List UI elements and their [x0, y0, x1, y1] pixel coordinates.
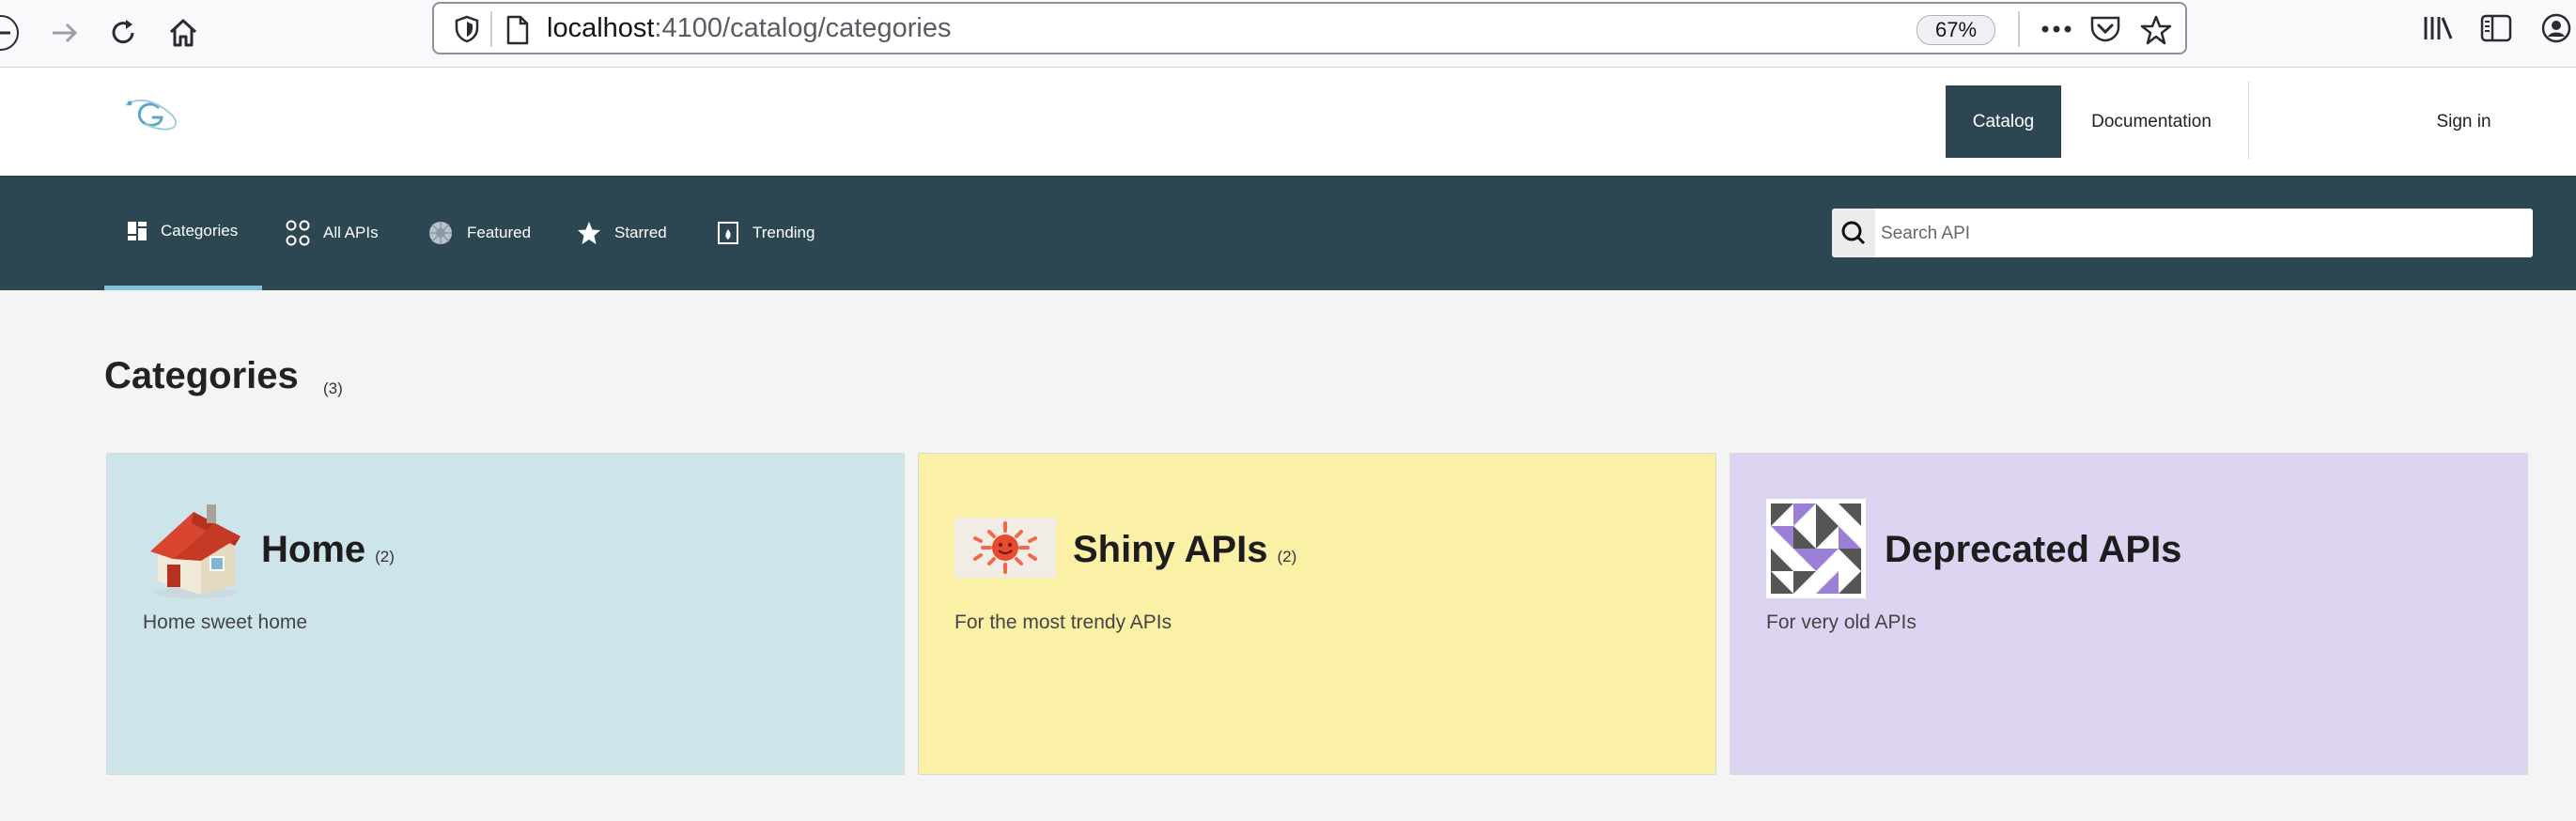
- home-button[interactable]: [158, 8, 209, 58]
- tab-categories-label: Categories: [161, 221, 239, 240]
- back-arrow-icon: [0, 15, 19, 51]
- documentation-nav-button[interactable]: Documentation: [2061, 85, 2242, 158]
- card-title-text: Shiny APIs: [1073, 529, 1268, 570]
- sidebar-toggle-icon[interactable]: [2480, 13, 2512, 43]
- reload-icon: [112, 20, 134, 44]
- url-path: :4100/catalog/categories: [654, 13, 952, 43]
- all-apis-icon: [286, 220, 310, 246]
- featured-icon: [429, 222, 452, 244]
- trending-icon: [718, 222, 738, 244]
- card-description: For the most trendy APIs: [954, 612, 1172, 633]
- tab-all-apis-label: All APIs: [323, 224, 379, 241]
- card-description: For very old APIs: [1766, 612, 1916, 633]
- card-title-text: Deprecated APIs: [1885, 529, 2182, 570]
- url-separator: [490, 11, 492, 47]
- bookmark-star-icon[interactable]: [2140, 15, 2172, 45]
- card-title-home[interactable]: Home (2): [261, 529, 395, 571]
- catalog-nav-label: Catalog: [1972, 111, 2035, 132]
- category-count: (3): [323, 380, 343, 397]
- tab-featured[interactable]: Featured: [427, 176, 531, 290]
- tab-trending-label: Trending: [753, 224, 815, 241]
- tab-featured-label: Featured: [467, 224, 532, 241]
- page-info-icon[interactable]: [505, 15, 530, 45]
- page-title: Categories: [104, 355, 299, 396]
- categories-icon: [128, 221, 147, 240]
- search-input[interactable]: [1879, 209, 2531, 259]
- search-box: [1832, 209, 2533, 259]
- more-actions-icon[interactable]: [2041, 15, 2072, 43]
- header-divider: [2248, 81, 2249, 160]
- catalog-nav-button[interactable]: Catalog: [1946, 85, 2061, 158]
- catalog-subnav: Categories All APIs Featured Starred Tre…: [0, 176, 2576, 290]
- url-host: localhost: [547, 13, 655, 43]
- home-icon: [169, 19, 197, 47]
- search-icon: [1841, 221, 1866, 245]
- sign-in-label: Sign in: [2436, 111, 2491, 132]
- forward-button[interactable]: [39, 8, 90, 58]
- url-actions-separator: [2018, 11, 2020, 47]
- browser-toolbar: localhost:4100/catalog/categories 67%: [0, 0, 2576, 68]
- tab-all-apis[interactable]: All APIs: [286, 176, 379, 290]
- url-text[interactable]: localhost:4100/catalog/categories: [547, 13, 951, 44]
- card-count: (2): [1277, 548, 1297, 565]
- category-card-shiny-apis[interactable]: Shiny APIs (2) For the most trendy APIs: [918, 453, 1716, 775]
- url-bar[interactable]: localhost:4100/catalog/categories 67%: [432, 2, 2187, 54]
- forward-arrow-icon: [53, 23, 78, 43]
- account-icon[interactable]: [2540, 13, 2572, 43]
- category-card-deprecated-apis[interactable]: Deprecated APIs For very old APIs: [1730, 453, 2528, 775]
- quilt-pattern-icon: [1766, 499, 1866, 598]
- search-icon-button[interactable]: [1832, 209, 1875, 257]
- sign-in-button[interactable]: Sign in: [2405, 85, 2522, 158]
- house-icon: [150, 504, 241, 598]
- library-icon[interactable]: [2422, 13, 2454, 43]
- reload-button[interactable]: [98, 8, 148, 58]
- tab-starred-label: Starred: [614, 224, 667, 241]
- category-card-home[interactable]: Home (2) Home sweet home: [106, 453, 905, 775]
- pocket-icon[interactable]: [2089, 15, 2121, 43]
- tab-trending[interactable]: Trending: [717, 176, 815, 290]
- card-title-deprecated-apis[interactable]: Deprecated APIs: [1885, 529, 2191, 571]
- card-title-text: Home: [261, 529, 366, 570]
- documentation-nav-label: Documentation: [2091, 111, 2211, 132]
- tracking-shield-icon[interactable]: [455, 15, 479, 43]
- star-icon: [578, 222, 600, 244]
- tab-starred[interactable]: Starred: [577, 176, 667, 290]
- card-description: Home sweet home: [143, 612, 308, 633]
- app-logo[interactable]: [122, 96, 182, 137]
- card-count: (2): [375, 548, 395, 565]
- app-header: Catalog Documentation Sign in: [0, 68, 2576, 176]
- tab-categories[interactable]: Categories: [104, 176, 262, 290]
- back-button[interactable]: [0, 8, 30, 58]
- card-title-shiny-apis[interactable]: Shiny APIs (2): [1073, 529, 1296, 571]
- zoom-level-badge[interactable]: 67%: [1916, 15, 1995, 45]
- sun-icon: [954, 518, 1056, 578]
